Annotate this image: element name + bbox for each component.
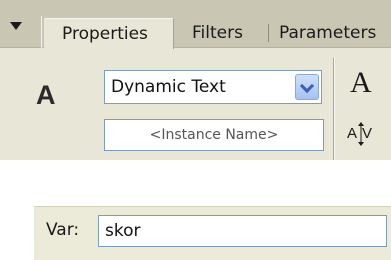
- dropdown-button[interactable]: [295, 74, 319, 100]
- var-field-row: Var:: [34, 206, 391, 260]
- svg-text:A: A: [347, 125, 357, 142]
- panel-tabstrip: Properties Filters Parameters: [0, 0, 391, 49]
- text-type-dropdown[interactable]: Dynamic Text: [104, 70, 322, 104]
- font-icon[interactable]: A: [350, 66, 372, 100]
- tab-separator: [268, 24, 269, 42]
- var-label: Var:: [46, 220, 80, 240]
- text-tool-symbol-icon: A: [36, 80, 56, 110]
- properties-panel: Properties Filters Parameters A Dynamic …: [0, 0, 391, 160]
- text-type-value: Dynamic Text: [111, 77, 226, 97]
- vertical-divider-highlight: [334, 58, 335, 160]
- tab-parameters[interactable]: Parameters: [279, 18, 376, 48]
- tab-filters[interactable]: Filters: [192, 18, 243, 48]
- svg-text:V: V: [362, 125, 372, 142]
- tab-divider: [41, 16, 42, 48]
- var-input[interactable]: [98, 215, 387, 247]
- flash-editor-screenshot: Properties Filters Parameters A Dynamic …: [0, 0, 391, 260]
- tab-properties[interactable]: Properties: [44, 18, 174, 49]
- letter-spacing-icon[interactable]: A V: [346, 120, 376, 148]
- collapse-triangle-icon[interactable]: [10, 22, 22, 30]
- chevron-down-icon: [299, 78, 315, 94]
- instance-name-input[interactable]: [104, 119, 324, 151]
